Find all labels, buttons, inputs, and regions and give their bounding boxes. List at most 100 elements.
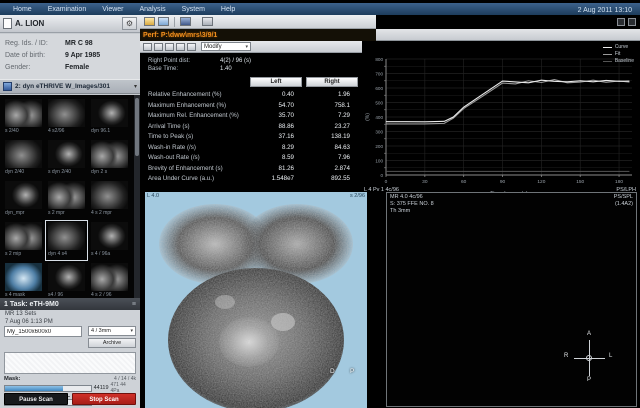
scrollbar-thumb[interactable] [135,98,139,156]
thumbnail[interactable]: 4 s2/96 [45,97,88,138]
close-icon[interactable] [628,18,636,26]
thumbnail[interactable]: 4 s 2 mpr [88,179,131,220]
slice-thickness-combo[interactable]: 4 / 3mm ▾ [88,326,136,336]
patient-info-label: Date of birth: [5,50,65,62]
axial-image-viewport[interactable]: L 4.0 s 2/96 D P [145,192,367,408]
combo-value: 4 / 3mm [91,328,111,334]
menu-item-analysis[interactable]: Analysis [133,5,173,14]
print-icon[interactable] [202,17,213,26]
progress-bar[interactable] [4,385,92,392]
thumbnail[interactable]: s 2/40 [2,97,45,138]
parameter-value-left: 8.59 [250,153,302,164]
table-row[interactable]: Maximum Rel. Enhancement (%)35.707.29 [148,111,358,122]
thumbnail-image [5,181,42,209]
menu-item-system[interactable]: System [175,5,212,14]
axial-overlay-topright: s 2/96 [350,193,365,199]
table-row[interactable]: Area Under Curve (a.u.)1.548e7892.55 [148,174,358,185]
selected-path-text: Perf: P:\dww\mrs\3/9/1 [140,32,217,39]
parameter-table-rows: Relative Enhancement (%)0.401.96Maximum … [148,90,358,185]
pan-tool-icon[interactable] [165,43,174,51]
pause-scan-button[interactable]: Pause Scan [4,393,68,405]
open-study-icon[interactable] [158,17,169,26]
main-toolbar [140,15,376,29]
path-bar[interactable]: Perf: P:\dww\mrs\3/9/1 [140,29,376,41]
thumbnail-image [5,263,42,291]
thumbnail[interactable]: s 2 mip [2,220,45,261]
thumbnail-caption: s 2/40 [5,127,42,135]
menu-item-viewer[interactable]: Viewer [95,5,130,14]
thumbnail-caption: s 4 / 96a [91,250,128,258]
thumbnail[interactable]: s4 / 96 [45,261,88,298]
parameter-value-left: 1.548e7 [250,174,302,185]
overlay-mode-combo[interactable]: Modify ▾ [201,42,251,51]
table-row[interactable]: Arrival Time (s)88.8623.27 [148,122,358,133]
parameter-value-right: 892.55 [306,174,358,185]
parameter-label: Wash-out Rate (/s) [148,153,246,164]
thumbnail-caption: s 2 mip [5,250,42,258]
processing-panel: 1 Task: eTH-9M0 ≡ MR 13 Sets 7 Aug 06 1:… [0,298,140,408]
thumbnail[interactable]: dyn_mpr [2,179,45,220]
annotate-tool-icon[interactable] [187,43,196,51]
svg-text:700: 700 [375,71,383,76]
thumbnail-caption: s 4 mask [5,291,42,298]
menu-item-home[interactable]: Home [6,5,39,14]
svg-text:500: 500 [375,100,383,105]
thumbnail-caption: dyn 96.1 [91,127,128,135]
mask-name-input[interactable] [4,326,82,337]
archive-button[interactable]: Archive [88,338,136,348]
thumbnail[interactable]: dyn 2 s [88,138,131,179]
parameter-label: Brevity of Enhancement (s) [148,164,246,175]
menu-item-examination[interactable]: Examination [41,5,94,14]
thumbnail-caption: dyn 4 s4 [48,250,85,258]
series-selector[interactable]: 2: dyn eTHRIVE W_Images/301 ▾ [0,79,140,94]
thumbnail[interactable]: s dyn 2/40 [45,138,88,179]
series-info-value: 1.40 [220,65,232,73]
column-left-button[interactable]: Left [250,77,302,87]
series-info-row: Base Time:1.40 [148,65,348,73]
secondary-image-viewport[interactable]: MR 4.0 4c/96 S: 375 FFE NO. 8 Th 3mm PS/… [386,192,637,407]
thumbnail[interactable]: dyn 2/40 [2,138,45,179]
stop-scan-button[interactable]: Stop Scan [72,393,136,405]
table-row[interactable]: Wash-out Rate (/s)8.597.96 [148,153,358,164]
job-queue-list[interactable] [4,352,136,374]
series-info-lines: Right Point dist:4(2) / 96 (s)Base Time:… [148,57,348,73]
zoom-tool-icon[interactable] [154,43,163,51]
panel-menu-icon[interactable]: ≡ [132,301,136,308]
thumbnail[interactable]: s 4 mask [2,261,45,298]
menu-bar-items: HomeExaminationViewerAnalysisSystemHelp [0,5,242,14]
table-row[interactable]: Maximum Enhancement (%)54.70758.1 [148,101,358,112]
parameter-value-right: 84.63 [306,143,358,154]
svg-text:100: 100 [375,158,383,163]
path-bar-extension [376,29,640,41]
save-icon[interactable] [180,17,191,26]
window-controls [617,18,636,26]
parameter-value-left: 8.29 [250,143,302,154]
open-folder-icon[interactable] [144,17,155,26]
thumbnail[interactable]: 4 s 2 / 96 [88,261,131,298]
patient-info-value: MR C 98 [65,38,93,50]
thumbnail[interactable]: dyn 96.1 [88,97,131,138]
table-row[interactable]: Relative Enhancement (%)0.401.96 [148,90,358,101]
column-right-button[interactable]: Right [306,77,358,87]
measure-tool-icon[interactable] [176,43,185,51]
thumbnail[interactable]: dyn 4 s4 [45,220,88,261]
patient-name: A. LION [15,19,119,28]
processing-panel-header: 1 Task: eTH-9M0 ≡ [0,298,140,310]
table-row[interactable]: Brevity of Enhancement (s)81.262.874 [148,164,358,175]
overlay-line-1: MR 4.0 4c/96 [390,194,434,201]
minimize-icon[interactable] [617,18,625,26]
sidebar-settings-button[interactable]: ⚙ [122,17,137,30]
series-info-label: Right Point dist: [148,57,220,65]
menu-item-help[interactable]: Help [214,5,242,14]
thumbnail-image [48,140,85,168]
roi-tool-icon[interactable] [143,43,152,51]
series-info-row: Right Point dist:4(2) / 96 (s) [148,57,348,65]
menu-bar: HomeExaminationViewerAnalysisSystemHelp … [0,0,640,15]
progress-fill [5,386,63,391]
thumbnail[interactable]: s 4 / 96a [88,220,131,261]
thumbnail[interactable]: s 2 mpr [45,179,88,220]
table-row[interactable]: Time to Peak (s)37.16138.19 [148,132,358,143]
chart-canvas: 0100200300400500600700800030609012015018… [362,41,640,203]
thumbnail-image [48,99,85,127]
table-row[interactable]: Wash-in Rate (/s)8.2984.63 [148,143,358,154]
